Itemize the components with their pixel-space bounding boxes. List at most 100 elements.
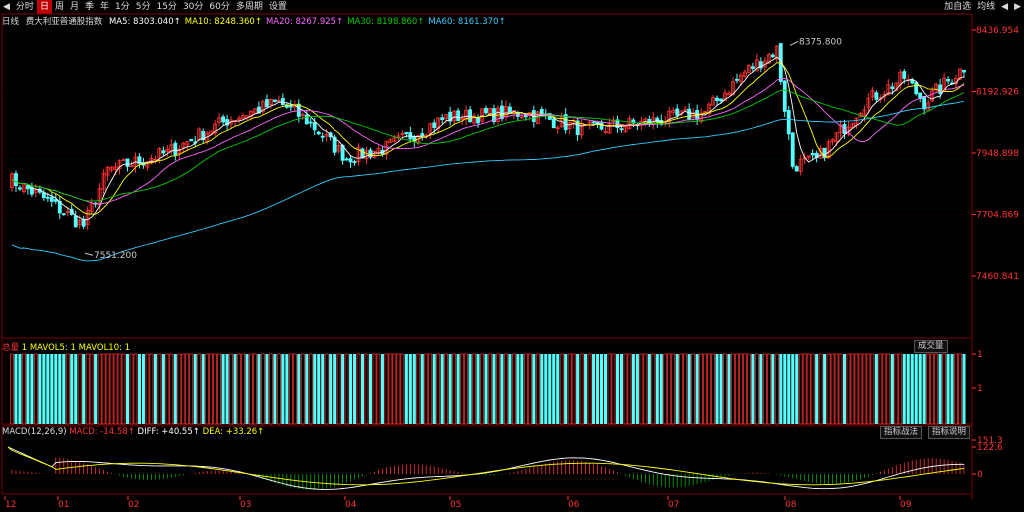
volume-bar — [615, 354, 619, 424]
volume-bar — [361, 354, 365, 424]
volume-bar — [866, 353, 871, 425]
volume-bar — [930, 353, 935, 425]
candle-body — [902, 71, 907, 79]
volume-bar — [488, 353, 492, 425]
volume-bar — [795, 354, 799, 424]
candle-body — [280, 98, 285, 105]
candle-body — [962, 69, 966, 73]
volume-bar — [747, 353, 751, 425]
volume-bar — [584, 354, 588, 424]
candle-body — [507, 106, 512, 113]
candle-body — [272, 99, 277, 103]
volume-bar — [643, 353, 648, 425]
volume-bar — [165, 353, 170, 425]
macd-tick-label: 0 — [977, 470, 983, 480]
volume-bar — [121, 353, 126, 425]
volume-bar — [600, 354, 604, 424]
volume-bar — [727, 354, 731, 424]
volume-bar — [308, 353, 313, 425]
volume-bar — [739, 353, 743, 425]
volume-bar — [762, 353, 767, 425]
volume-bar — [380, 354, 384, 424]
volume-bar — [349, 354, 353, 424]
candle-body — [946, 79, 950, 82]
volume-bar — [480, 353, 484, 425]
volume-bar — [564, 354, 568, 424]
volume-bar — [862, 353, 867, 425]
volume-bar — [137, 354, 141, 424]
volume-bar — [523, 353, 528, 425]
volume-bar — [141, 354, 145, 424]
volume-bar — [886, 353, 891, 425]
volume-bar — [894, 353, 899, 425]
candle-body — [790, 132, 795, 167]
volume-bar — [65, 353, 70, 425]
max-price-label: 8375.800 — [799, 37, 842, 47]
volume-bar — [353, 354, 357, 424]
candle-body — [794, 166, 799, 172]
volume-bar — [815, 354, 819, 424]
volume-bar — [926, 353, 931, 425]
volume-bar — [229, 353, 233, 425]
candle-body — [675, 108, 680, 116]
volume-bar — [157, 353, 162, 425]
volume-bar — [611, 353, 616, 425]
volume-bar — [205, 353, 210, 425]
candle-body — [719, 98, 723, 102]
volume-bar — [559, 353, 564, 425]
volume-bar — [85, 353, 90, 425]
candle-body — [922, 95, 927, 110]
volume-bar — [552, 354, 556, 424]
volume-bar — [914, 354, 918, 424]
volume-bar — [257, 354, 261, 424]
candle-body — [352, 161, 357, 164]
volume-tick-label: 1 — [977, 384, 983, 394]
volume-bar — [826, 353, 831, 425]
price-panel-frame — [1, 13, 973, 339]
volume-bar — [452, 353, 457, 425]
ma-line-60 — [11, 100, 965, 262]
candle-body — [619, 128, 624, 131]
volume-bar — [54, 354, 58, 424]
volume-bar — [798, 353, 803, 425]
candle-body — [786, 110, 791, 135]
volume-bar — [810, 353, 815, 425]
volume-bar — [74, 354, 78, 424]
volume-bar — [133, 353, 138, 425]
volume-bar — [189, 353, 194, 425]
indicator-strategy-button[interactable]: 指标战法 — [880, 426, 923, 439]
volume-bar — [655, 354, 659, 424]
volume-bar — [213, 353, 218, 425]
volume-bar — [173, 354, 177, 424]
volume-label: 总量 — [2, 343, 20, 353]
price-tick-label: 8436.954 — [976, 26, 1019, 36]
volume-bar — [101, 353, 106, 425]
volume-bar — [317, 354, 321, 424]
candle-body — [348, 158, 353, 163]
candle-body — [360, 148, 365, 159]
volume-bar — [336, 353, 341, 425]
volume-bar — [671, 353, 676, 425]
ma-line-20 — [11, 78, 965, 205]
indicator-help-button[interactable]: 指标说明 — [928, 426, 971, 439]
volume-bar — [221, 354, 225, 424]
candle-body — [49, 196, 54, 202]
volume-bar — [22, 353, 26, 425]
volume-bar — [818, 353, 823, 425]
volume-bar — [834, 353, 839, 425]
volume-bar — [751, 354, 755, 424]
volume-bar — [659, 354, 663, 424]
volume-bar — [607, 353, 612, 425]
volume-bar — [297, 354, 301, 424]
volume-bar — [237, 353, 241, 425]
candle-body — [484, 107, 488, 114]
candle-body — [476, 117, 480, 124]
volume-bar — [428, 353, 433, 425]
volume-bar — [18, 354, 22, 424]
volume-bar — [679, 353, 684, 425]
volume-bar — [324, 353, 329, 425]
volume-bar — [269, 353, 273, 425]
volume-bar — [113, 353, 118, 425]
candle-body — [539, 109, 544, 115]
volume-indicator-tag[interactable]: 成交量 — [914, 340, 948, 353]
